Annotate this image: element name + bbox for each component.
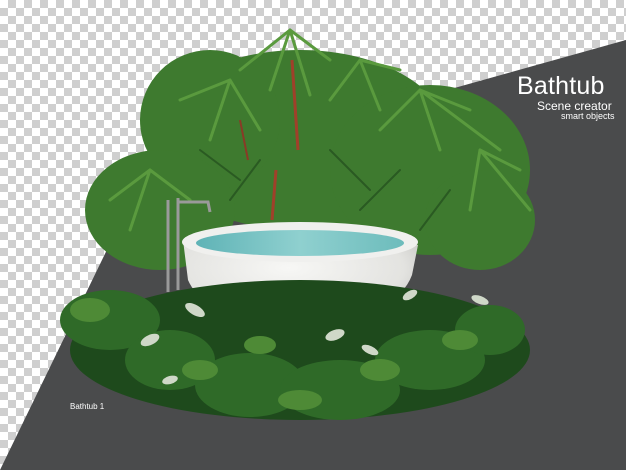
title: Bathtub [517,72,605,100]
caption: Bathtub 1 [70,402,105,411]
water [196,230,404,256]
scene-illustration [0,28,626,470]
tagline: smart objects [561,111,615,121]
